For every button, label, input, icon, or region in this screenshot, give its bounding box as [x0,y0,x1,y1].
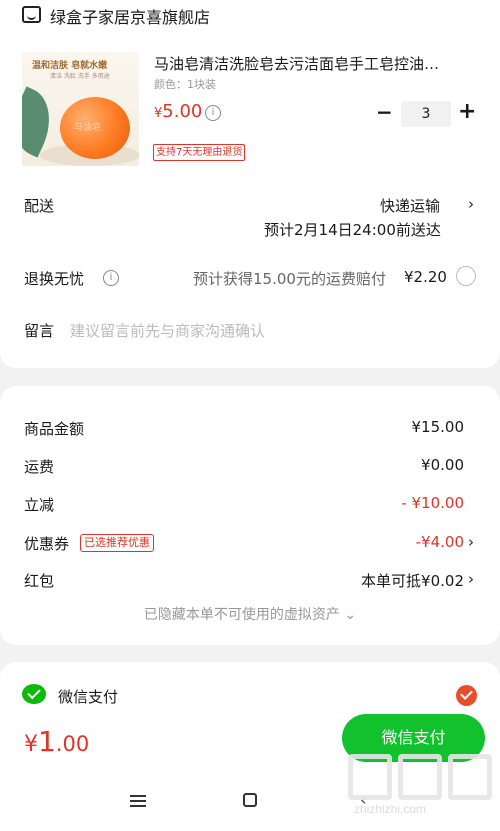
payment-method-label[interactable]: 微信支付 [58,686,118,707]
shipping-label: 运费 [24,458,55,476]
shipping-value: ¥0.00 [421,456,464,474]
product-variant[interactable]: 颜色：1块装 [154,76,216,92]
goods-amount-value: ¥15.00 [411,418,465,436]
soap-mark: 马油皂 [74,123,102,133]
product-image-tagline: 温和洁肤 皂就水嫩 [32,61,108,71]
returns-desc: 预计获得15.00元的运费赔付 [193,270,386,288]
goods-amount-label: 商品金额 [24,420,85,438]
coupon-chevron-icon[interactable]: › [468,533,474,551]
total-currency: ¥ [24,732,38,757]
delivery-chevron-icon[interactable]: › [468,195,474,213]
watermark-logo: zhizhizhi.com [348,754,493,824]
shop-name[interactable]: 绿盒子家居京喜旗舰店 [50,4,210,28]
product-title[interactable]: 马油皂清洁洗脸皂去污洁面皂手工皂控油… [154,53,474,74]
redpacket-label: 红包 [24,572,55,590]
nav-home-icon[interactable] [243,793,257,807]
quantity-decrease-button[interactable]: − [376,100,393,124]
product-image[interactable]: 温和洁肤 皂就水嫩 清洁 洗脸 洗手 多用途 马油皂 [22,52,139,166]
return-policy-badge: 支持7天无理由退货 [153,144,246,161]
delivery-label: 配送 [24,197,55,215]
total-int: 1 [38,725,56,758]
delivery-eta: 预计2月14日24:00前送达 [264,221,441,239]
redpacket-value[interactable]: 本单可抵¥0.02 [361,570,464,591]
coupon-label: 优惠券 [24,535,70,553]
discount-value: - ¥10.00 [401,494,464,512]
returns-label: 退换无忧 [24,270,85,288]
discount-label: 立减 [24,496,55,514]
hidden-assets-toggle[interactable]: 已隐藏本单不可使用的虚拟资产 ⌄ [0,604,500,624]
wechat-pay-icon [22,684,46,704]
product-image-subline: 清洁 洗脸 洗手 多用途 [50,73,110,80]
watermark-text: zhizhizhi.com [354,802,427,816]
note-label: 留言 [24,322,55,340]
payment-selected-check-icon[interactable] [456,685,477,706]
total-dec: .00 [55,732,90,756]
price-info-icon[interactable]: i [205,105,221,121]
redpacket-chevron-icon[interactable]: › [468,570,474,588]
returns-radio[interactable] [456,266,476,286]
quantity-increase-button[interactable]: + [458,99,476,124]
product-price: ¥5.00 [154,101,202,122]
returns-price: ¥2.20 [404,268,447,286]
order-total: ¥1.00 [24,725,89,758]
price-value: 5.00 [162,101,203,122]
coupon-value[interactable]: -¥4.00 [416,533,464,551]
quantity-input[interactable]: 3 [401,101,451,127]
nav-menu-icon[interactable] [130,795,146,810]
coupon-badge: 已选推荐优惠 [80,534,154,552]
note-input[interactable]: 建议留言前先与商家沟通确认 [70,320,265,341]
delivery-method[interactable]: 快递运输 [380,195,440,216]
shop-icon [22,6,41,23]
returns-info-icon[interactable]: i [103,270,119,286]
